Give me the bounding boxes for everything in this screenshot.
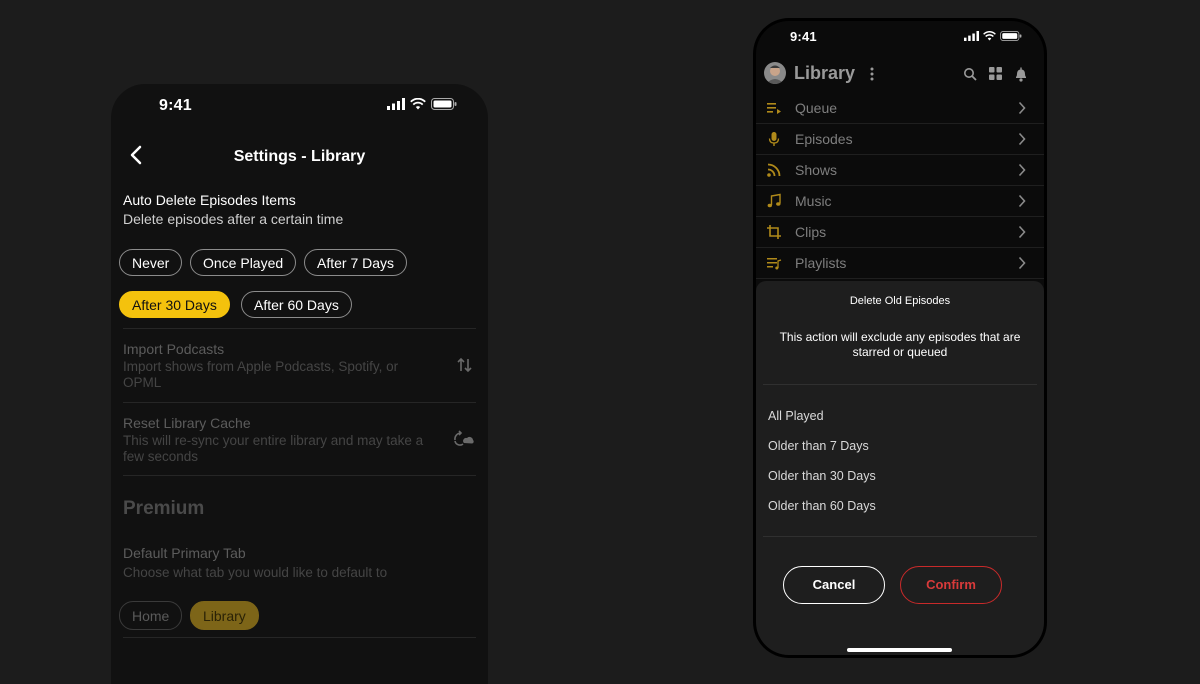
library-title: Library	[794, 63, 856, 83]
library-header: Library	[756, 61, 1044, 91]
music-note-icon	[767, 193, 781, 208]
divider	[763, 536, 1037, 537]
list-item-episodes[interactable]: Episodes	[756, 124, 1044, 155]
reset-cache-row[interactable]: Reset Library Cache This will re-sync yo…	[123, 415, 438, 465]
chevron-right-icon	[1018, 225, 1026, 239]
screen-header: Settings - Library	[111, 144, 488, 172]
default-tab-title: Default Primary Tab	[123, 545, 246, 561]
chip-after-30-days[interactable]: After 30 Days	[119, 291, 230, 318]
cloud-sync-icon[interactable]	[452, 429, 474, 447]
chevron-right-icon	[1018, 101, 1026, 115]
list-item-label: Episodes	[795, 131, 853, 147]
option-older-than-60-days[interactable]: Older than 60 Days	[768, 499, 876, 513]
wifi-icon	[983, 31, 996, 41]
status-bar: 9:41	[756, 21, 1044, 65]
chevron-right-icon	[1018, 132, 1026, 146]
signal-icon	[387, 98, 405, 110]
import-podcasts-title: Import Podcasts	[123, 341, 225, 357]
status-time: 9:41	[790, 29, 817, 44]
more-vertical-icon[interactable]	[870, 67, 874, 81]
list-item-label: Shows	[795, 162, 838, 178]
chevron-right-icon	[1018, 256, 1026, 270]
swap-vertical-icon[interactable]	[456, 356, 474, 374]
default-tab-section: Default Primary Tab Choose what tab you …	[123, 545, 476, 581]
header-actions	[963, 67, 1028, 82]
cancel-button[interactable]: Cancel	[783, 566, 885, 604]
status-icons	[387, 98, 457, 110]
premium-heading: Premium	[123, 498, 205, 519]
chip-after-7-days[interactable]: After 7 Days	[304, 249, 408, 276]
auto-delete-subtitle: Delete episodes after a certain time	[123, 211, 344, 227]
sheet-title: Delete Old Episodes	[849, 295, 951, 307]
list-item-label: Music	[795, 193, 832, 209]
delete-episodes-sheet: Delete Old Episodes This action will exc…	[756, 281, 1044, 655]
list-item-playlists[interactable]: Playlists	[756, 248, 1044, 279]
divider	[123, 328, 476, 329]
page-title: Settings - Library	[233, 148, 366, 165]
sheet-message: This action will exclude any episodes th…	[779, 330, 1021, 359]
search-icon[interactable]	[963, 67, 977, 81]
bell-icon[interactable]	[1014, 67, 1028, 82]
list-item-label: Queue	[795, 100, 838, 116]
library-list: Queue Episodes Shows Music Clips Playlis…	[756, 93, 1044, 279]
divider	[763, 384, 1037, 385]
chip-library[interactable]: Library	[190, 601, 259, 630]
user-avatar-icon	[766, 65, 784, 84]
chevron-right-icon	[1018, 163, 1026, 177]
queue-icon	[767, 103, 781, 114]
reset-cache-subtitle: This will re-sync your entire library an…	[123, 433, 424, 464]
import-podcasts-subtitle: Import shows from Apple Podcasts, Spotif…	[123, 359, 399, 390]
import-podcasts-row[interactable]: Import Podcasts Import shows from Apple …	[123, 341, 438, 391]
chip-after-60-days[interactable]: After 60 Days	[241, 291, 352, 318]
option-older-than-7-days[interactable]: Older than 7 Days	[768, 439, 869, 453]
playlist-icon	[767, 258, 782, 270]
avatar[interactable]	[764, 62, 786, 84]
microphone-icon	[768, 132, 780, 146]
wifi-icon	[410, 98, 426, 110]
option-all-played[interactable]: All Played	[768, 409, 824, 423]
list-item-clips[interactable]: Clips	[756, 217, 1044, 248]
status-bar: 9:41	[111, 84, 488, 128]
divider	[123, 402, 476, 403]
divider	[123, 475, 476, 476]
status-time: 9:41	[159, 97, 192, 114]
list-item-label: Clips	[795, 224, 827, 240]
list-item-shows[interactable]: Shows	[756, 155, 1044, 186]
library-screen: 9:41 Library Queue Episodes Shows Music …	[753, 18, 1047, 658]
divider	[123, 637, 476, 638]
battery-icon	[1000, 31, 1022, 41]
battery-icon	[431, 98, 457, 110]
reset-cache-title: Reset Library Cache	[123, 415, 251, 431]
home-indicator	[847, 648, 952, 652]
chevron-right-icon	[1018, 194, 1026, 208]
list-item-label: Playlists	[795, 255, 847, 271]
chip-never[interactable]: Never	[119, 249, 183, 276]
crop-icon	[767, 225, 781, 239]
option-older-than-30-days[interactable]: Older than 30 Days	[768, 469, 876, 483]
list-item-music[interactable]: Music	[756, 186, 1044, 217]
auto-delete-title: Auto Delete Episodes Items	[123, 192, 296, 208]
rss-icon	[767, 163, 781, 177]
grid-icon[interactable]	[989, 67, 1002, 80]
settings-library-screen: 9:41 Settings - Library Auto Delete Epis…	[111, 84, 488, 684]
screen-inner: 9:41 Library Queue Episodes Shows Music …	[756, 21, 1044, 655]
list-item-queue[interactable]: Queue	[756, 93, 1044, 124]
default-tab-subtitle: Choose what tab you would like to defaul…	[123, 565, 388, 580]
signal-icon	[964, 31, 979, 41]
chip-home[interactable]: Home	[119, 601, 183, 630]
status-icons	[964, 31, 1022, 41]
confirm-button[interactable]: Confirm	[900, 566, 1002, 604]
chip-once-played[interactable]: Once Played	[190, 249, 297, 276]
